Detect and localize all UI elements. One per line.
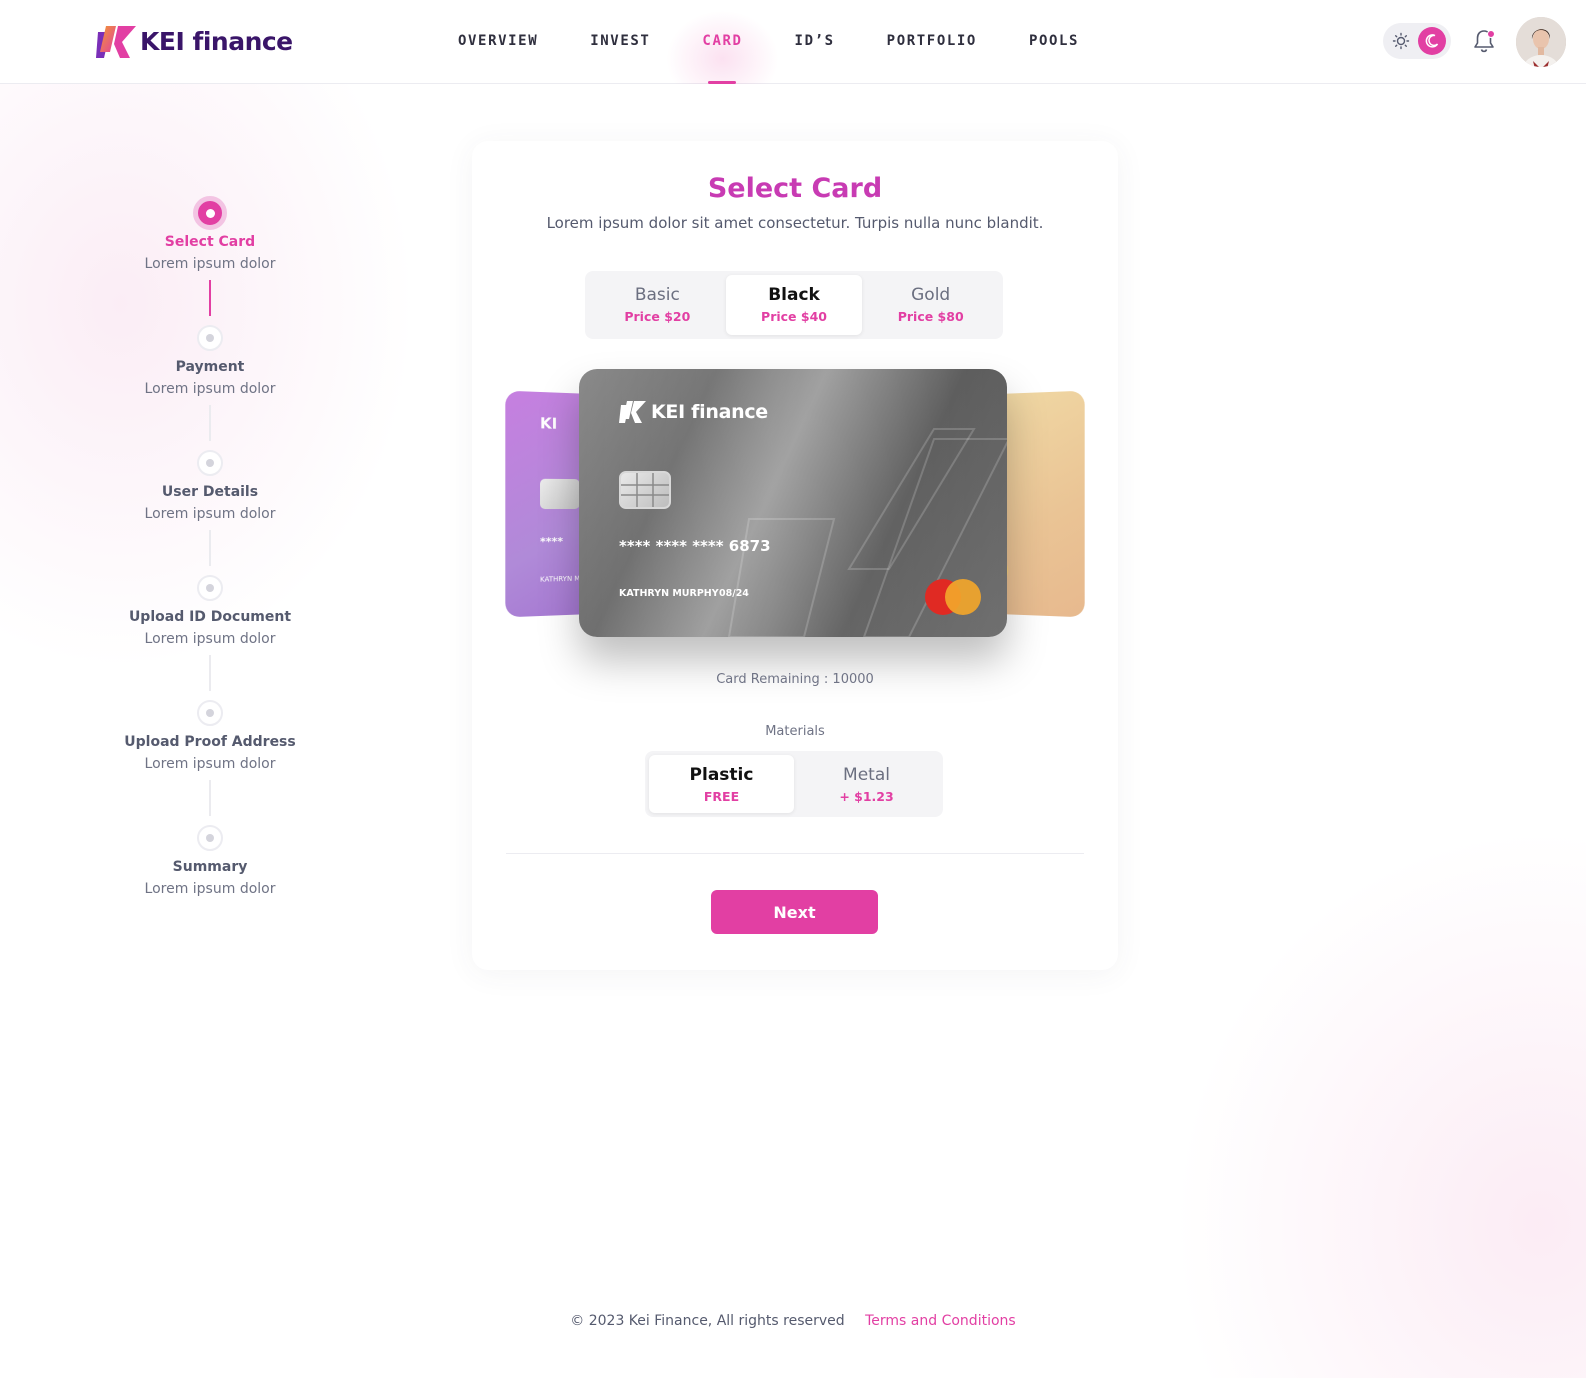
progress-stepper: Select Card Lorem ipsum dolor Payment Lo… <box>110 196 310 948</box>
card-carousel: KI **** KATHRYN M KEI finance **** **** … <box>505 369 1085 649</box>
material-metal[interactable]: Metal + $1.23 <box>794 755 939 813</box>
card-brand: KEI finance <box>619 399 768 425</box>
step-title: Summary <box>172 859 248 875</box>
step-subtitle: Lorem ipsum dolor <box>144 881 276 897</box>
avatar-photo-icon <box>1516 17 1566 67</box>
step-connector <box>209 405 211 441</box>
step-title: Upload Proof Address <box>124 734 296 750</box>
card-logo-icon <box>619 401 646 423</box>
tier-gold[interactable]: Gold Price $80 <box>862 275 999 335</box>
step-subtitle: Lorem ipsum dolor <box>144 756 276 772</box>
moon-icon <box>1418 27 1446 55</box>
step-subtitle: Lorem ipsum dolor <box>144 506 276 522</box>
next-button[interactable]: Next <box>711 890 878 934</box>
side-card-holder: KATHRYN M <box>540 574 581 584</box>
step-indicator <box>197 575 223 601</box>
material-price: + $1.23 <box>839 789 894 804</box>
user-avatar[interactable] <box>1516 17 1566 67</box>
theme-toggle[interactable] <box>1383 23 1451 59</box>
step-subtitle: Lorem ipsum dolor <box>144 381 276 397</box>
step-indicator <box>197 825 223 851</box>
step-indicator <box>193 196 227 230</box>
side-card-brand: KI <box>540 414 558 433</box>
material-plastic[interactable]: Plastic FREE <box>649 755 794 813</box>
step-connector <box>209 280 211 316</box>
top-header: KEI finance OVERVIEW INVEST CARD ID’S PO… <box>0 0 1586 84</box>
nav-portfolio[interactable]: PORTFOLIO <box>887 0 977 84</box>
divider <box>506 853 1084 854</box>
card-holder-name: KATHRYN MURPHY <box>619 588 719 599</box>
step-connector <box>209 655 211 691</box>
tier-name: Gold <box>911 285 951 305</box>
nav-ids[interactable]: ID’S <box>795 0 835 84</box>
notification-badge <box>1487 30 1495 38</box>
step-upload-proof-address[interactable]: Upload Proof Address Lorem ipsum dolor <box>110 698 310 823</box>
nav-invest[interactable]: INVEST <box>590 0 650 84</box>
page-footer: © 2023 Kei Finance, All rights reserved … <box>0 1313 1586 1329</box>
tier-price: Price $40 <box>761 309 827 324</box>
tier-name: Basic <box>634 285 680 305</box>
step-title: User Details <box>161 484 259 500</box>
brand-logo[interactable]: KEI finance <box>96 22 293 60</box>
terms-link[interactable]: Terms and Conditions <box>865 1313 1016 1329</box>
step-connector <box>209 530 211 566</box>
materials-label: Materials <box>765 724 825 739</box>
side-card-number: **** <box>540 535 564 549</box>
tier-price: Price $20 <box>624 309 691 324</box>
step-select-card[interactable]: Select Card Lorem ipsum dolor <box>110 196 310 323</box>
active-nav-indicator <box>708 81 737 84</box>
mastercard-icon <box>925 579 981 615</box>
step-subtitle: Lorem ipsum dolor <box>144 256 276 272</box>
card-tier-selector: Basic Price $20 Black Price $40 Gold Pri… <box>585 271 1003 339</box>
step-connector <box>209 780 211 816</box>
main-nav: OVERVIEW INVEST CARD ID’S PORTFOLIO POOL… <box>458 0 1079 84</box>
material-price: FREE <box>703 789 740 804</box>
card-number: **** **** **** 6873 <box>619 537 771 555</box>
step-indicator <box>197 325 223 351</box>
nav-card-label: CARD <box>702 33 743 49</box>
step-payment[interactable]: Payment Lorem ipsum dolor <box>110 323 310 448</box>
step-upload-id-document[interactable]: Upload ID Document Lorem ipsum dolor <box>110 573 310 698</box>
step-subtitle: Lorem ipsum dolor <box>144 631 276 647</box>
step-indicator <box>197 700 223 726</box>
tier-price: Price $80 <box>897 309 964 324</box>
card-brand-name: KEI finance <box>651 401 768 423</box>
card-remaining: Card Remaining : 10000 <box>716 672 874 687</box>
chip-icon <box>540 478 580 510</box>
tier-basic[interactable]: Basic Price $20 <box>589 275 726 335</box>
brand-name: KEI finance <box>140 26 293 56</box>
nav-overview[interactable]: OVERVIEW <box>458 0 538 84</box>
card-expiry: 08/24 <box>719 588 749 599</box>
card-preview-black[interactable]: KEI finance **** **** **** 6873 KATHRYN … <box>579 369 1007 637</box>
copyright-text: © 2023 Kei Finance, All rights reserved <box>570 1313 845 1329</box>
tier-black[interactable]: Black Price $40 <box>725 275 863 335</box>
material-name: Metal <box>843 765 890 785</box>
step-title: Select Card <box>164 234 256 250</box>
material-selector: Plastic FREE Metal + $1.23 <box>645 751 943 817</box>
panel-subtitle: Lorem ipsum dolor sit amet consectetur. … <box>546 214 1044 232</box>
step-title: Upload ID Document <box>128 609 292 625</box>
step-summary[interactable]: Summary Lorem ipsum dolor <box>110 823 310 948</box>
select-card-panel: Select Card Lorem ipsum dolor sit amet c… <box>472 141 1118 970</box>
chip-icon <box>619 471 671 509</box>
nav-pools[interactable]: POOLS <box>1029 0 1079 84</box>
sun-icon <box>1392 32 1410 50</box>
logo-mark-icon <box>96 26 136 58</box>
nav-card[interactable]: CARD <box>652 0 793 84</box>
step-user-details[interactable]: User Details Lorem ipsum dolor <box>110 448 310 573</box>
tier-name: Black <box>768 285 820 305</box>
material-name: Plastic <box>689 765 754 785</box>
panel-title: Select Card <box>707 173 883 204</box>
step-title: Payment <box>175 359 245 375</box>
step-indicator <box>197 450 223 476</box>
